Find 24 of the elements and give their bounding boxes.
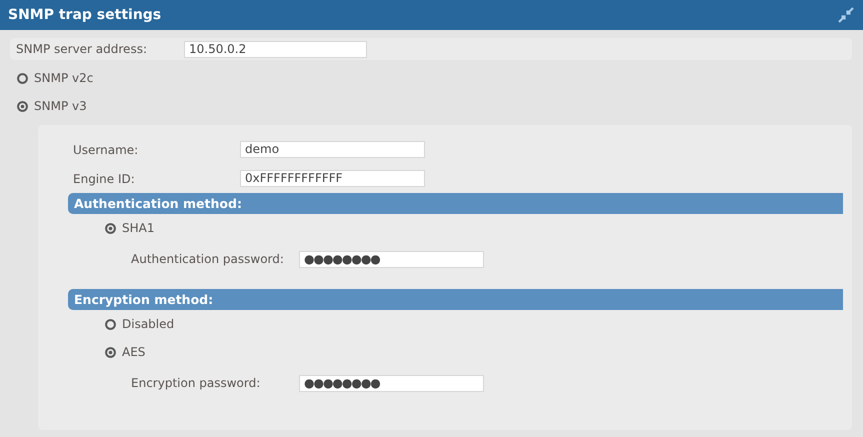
section-header: Encryption method: (68, 289, 843, 310)
radio-button[interactable] (105, 222, 116, 234)
window-title: SNMP trap settings (8, 7, 162, 23)
password-field[interactable]: ●●●●●●●● (299, 250, 484, 268)
radio-label: Disabled (122, 317, 174, 331)
radio-button[interactable] (17, 72, 28, 84)
radio-button[interactable] (17, 100, 28, 112)
field-label: Username: (73, 142, 140, 156)
section-header: Authentication method: (68, 193, 843, 214)
radio-button[interactable] (105, 346, 116, 358)
password-field[interactable]: ●●●●●●●● (299, 374, 484, 392)
field-label: SNMP server address: (16, 42, 148, 56)
radio-label: SHA1 (122, 221, 154, 235)
radio-button[interactable] (105, 318, 116, 330)
input-field[interactable]: 0xFFFFFFFFFFFF (240, 170, 425, 187)
input-field[interactable]: demo (240, 141, 425, 158)
radio-label: SNMP v2c (34, 71, 94, 85)
field-label: Engine ID: (73, 172, 136, 186)
field-label: Encryption password: (131, 376, 262, 390)
radio-label: AES (122, 345, 146, 359)
radio-label: SNMP v3 (34, 99, 87, 113)
input-field[interactable]: 10.50.0.2 (184, 40, 367, 58)
field-label: Authentication password: (131, 252, 285, 266)
collapse-icon[interactable] (837, 6, 855, 24)
